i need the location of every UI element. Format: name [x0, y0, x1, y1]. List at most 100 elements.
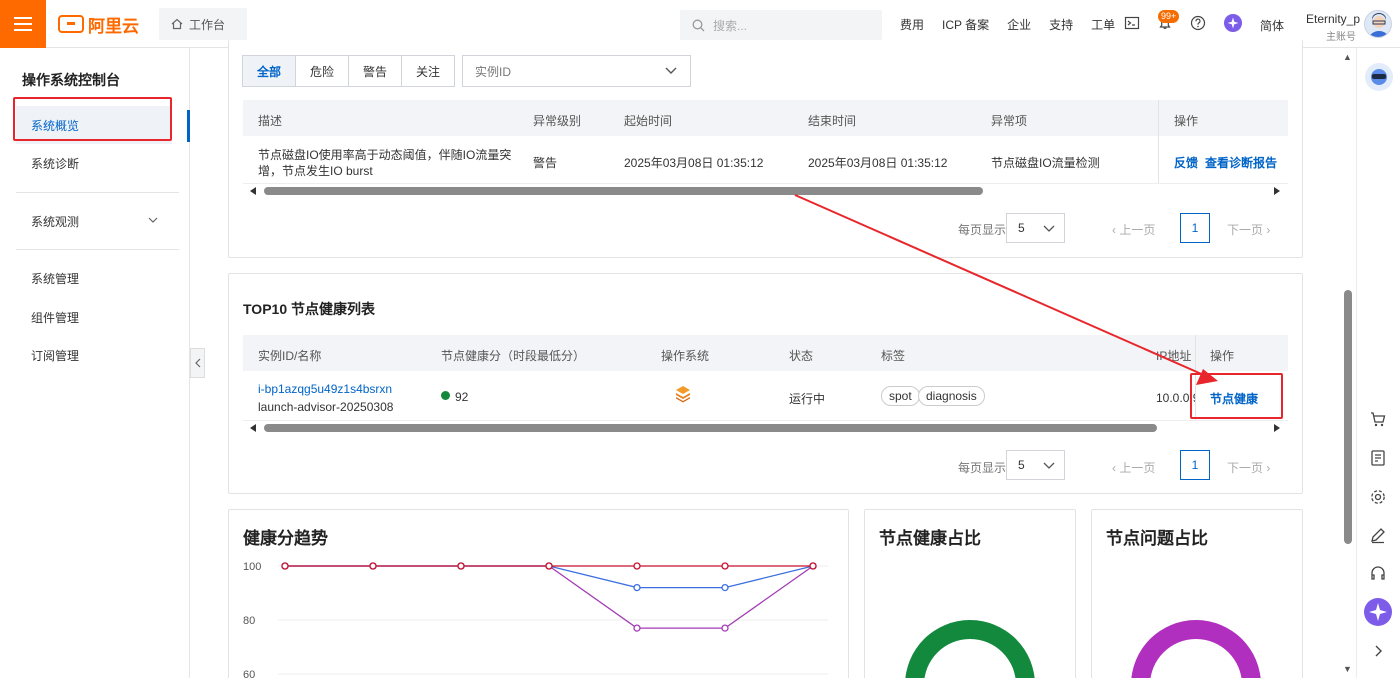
- page-size-label: 每页显示: [958, 223, 1007, 237]
- next-page-button[interactable]: 下一页 ›: [1227, 221, 1270, 238]
- instance-id-select[interactable]: 实例ID: [462, 55, 691, 87]
- trend-title: 健康分趋势: [243, 529, 328, 548]
- sidebar-divider: [16, 192, 179, 193]
- page-scrollbar[interactable]: [1344, 290, 1352, 544]
- page-scroll-down-icon[interactable]: ▼: [1343, 664, 1352, 674]
- trend-point[interactable]: [545, 562, 553, 570]
- avatar[interactable]: [1364, 10, 1392, 38]
- col-start: 起始时间: [624, 114, 673, 128]
- trend-point[interactable]: [633, 583, 641, 592]
- tag-diagnosis: diagnosis: [918, 386, 985, 406]
- scroll-right-icon[interactable]: [1274, 424, 1280, 432]
- page-number[interactable]: 1: [1180, 450, 1210, 480]
- link-ticket[interactable]: 工单: [1091, 16, 1115, 33]
- page-size-label: 每页显示: [958, 461, 1007, 475]
- anomaly-table-header: [243, 100, 1288, 136]
- edit-icon[interactable]: [1369, 526, 1387, 544]
- gear-icon[interactable]: [1369, 488, 1387, 506]
- col-status: 状态: [789, 349, 814, 363]
- problem-ratio-title: 节点问题占比: [1106, 529, 1208, 548]
- page-size-value: 5: [1018, 458, 1025, 472]
- sidebar-item-components[interactable]: 组件管理: [16, 298, 172, 336]
- next-page-label: 下一页: [1227, 461, 1264, 475]
- sidebar-item-label: 组件管理: [31, 310, 80, 325]
- health-ratio-ring: [905, 620, 1035, 678]
- link-icp[interactable]: ICP 备案: [942, 16, 989, 33]
- filter-attention[interactable]: 关注: [401, 55, 456, 87]
- prev-page-button[interactable]: ‹ 上一页: [1112, 221, 1155, 238]
- filter-warning[interactable]: 警告: [348, 55, 403, 87]
- trend-point[interactable]: [721, 583, 729, 592]
- table-scrollbar[interactable]: [264, 424, 1157, 432]
- scroll-left-icon[interactable]: [250, 187, 256, 195]
- prev-page-label: 上一页: [1119, 223, 1156, 237]
- trend-point[interactable]: [809, 562, 817, 570]
- link-support[interactable]: 支持: [1049, 16, 1073, 33]
- terminal-icon[interactable]: [1124, 15, 1140, 31]
- table-scrollbar[interactable]: [264, 187, 983, 195]
- problem-ratio-donut: [1131, 620, 1261, 678]
- row-description-line2: 增，节点发生IO burst: [258, 164, 373, 178]
- page-size-select[interactable]: 5: [1006, 213, 1065, 243]
- menu-icon[interactable]: [0, 0, 46, 48]
- assistant-avatar-icon[interactable]: [1365, 63, 1393, 91]
- page-size-select[interactable]: 5: [1006, 450, 1065, 480]
- sidebar-item-subscriptions[interactable]: 订阅管理: [16, 336, 172, 374]
- trend-point[interactable]: [721, 624, 729, 632]
- chevron-down-icon: [148, 217, 158, 223]
- workbench-button[interactable]: 工作台: [159, 8, 247, 40]
- sidebar-item-diagnosis[interactable]: 系统诊断: [16, 144, 172, 182]
- ai-assistant-icon[interactable]: [1224, 14, 1242, 32]
- scroll-right-icon[interactable]: [1274, 187, 1280, 195]
- help-icon[interactable]: [1190, 15, 1206, 31]
- workbench-label: 工作台: [189, 17, 226, 32]
- col-level: 异常级别: [533, 114, 582, 128]
- chevron-left-icon: [194, 358, 200, 368]
- search-icon: [692, 19, 705, 31]
- health-status-dot: [441, 391, 450, 400]
- sidebar-item-label: 系统诊断: [31, 156, 80, 171]
- trend-point[interactable]: [369, 562, 377, 570]
- search-input[interactable]: 搜索...: [680, 10, 882, 40]
- headset-icon[interactable]: [1369, 565, 1387, 583]
- chevron-down-icon: [665, 67, 677, 74]
- language-switch[interactable]: 简体: [1260, 17, 1284, 34]
- link-billing[interactable]: 费用: [900, 16, 924, 33]
- trend-point[interactable]: [281, 562, 289, 570]
- cart-icon[interactable]: [1369, 410, 1387, 428]
- feedback-link[interactable]: 反馈: [1174, 154, 1198, 171]
- os-logo-icon: [676, 386, 690, 403]
- sidebar-collapse-button[interactable]: [190, 348, 205, 378]
- link-enterprise[interactable]: 企业: [1007, 16, 1031, 33]
- next-page-button[interactable]: 下一页 ›: [1227, 459, 1270, 476]
- prev-page-button[interactable]: ‹ 上一页: [1112, 459, 1155, 476]
- brand-logo[interactable]: 阿里云: [58, 12, 139, 36]
- page-scroll-up-icon[interactable]: ▲: [1343, 52, 1352, 62]
- trend-point[interactable]: [633, 624, 641, 632]
- col-ip: IP地址: [1156, 349, 1192, 363]
- sidebar-item-observability[interactable]: 系统观测: [16, 202, 172, 240]
- chevron-right-icon[interactable]: [1369, 642, 1387, 660]
- filter-all[interactable]: 全部: [242, 55, 297, 87]
- top10-title: TOP10 节点健康列表: [243, 301, 375, 317]
- col-instance: 实例ID/名称: [258, 349, 322, 363]
- trend-point[interactable]: [633, 562, 641, 570]
- scroll-left-icon[interactable]: [250, 424, 256, 432]
- col-os: 操作系统: [661, 349, 710, 363]
- price-calculator-icon[interactable]: [1369, 449, 1387, 467]
- sidebar-item-management[interactable]: 系统管理: [16, 259, 172, 297]
- ai-assistant-icon[interactable]: [1364, 598, 1392, 626]
- trend-point[interactable]: [457, 562, 465, 570]
- prev-page-label: 上一页: [1119, 461, 1156, 475]
- trend-point[interactable]: [721, 562, 729, 570]
- instance-id-link[interactable]: i-bp1azqg5u49z1s4bsrxn: [258, 382, 392, 396]
- user-avatar-icon: [1369, 13, 1389, 37]
- filter-danger[interactable]: 危险: [295, 55, 350, 87]
- sidebar-item-label: 系统管理: [31, 271, 80, 286]
- row-start: 2025年03月08日 01:35:12: [624, 156, 764, 170]
- top10-table-header: [243, 335, 1288, 371]
- col-health-score: 节点健康分（时段最低分）: [441, 349, 586, 363]
- page-number[interactable]: 1: [1180, 213, 1210, 243]
- user-name[interactable]: Eternity_p: [1306, 12, 1360, 26]
- view-report-link[interactable]: 查看诊断报告: [1205, 154, 1277, 171]
